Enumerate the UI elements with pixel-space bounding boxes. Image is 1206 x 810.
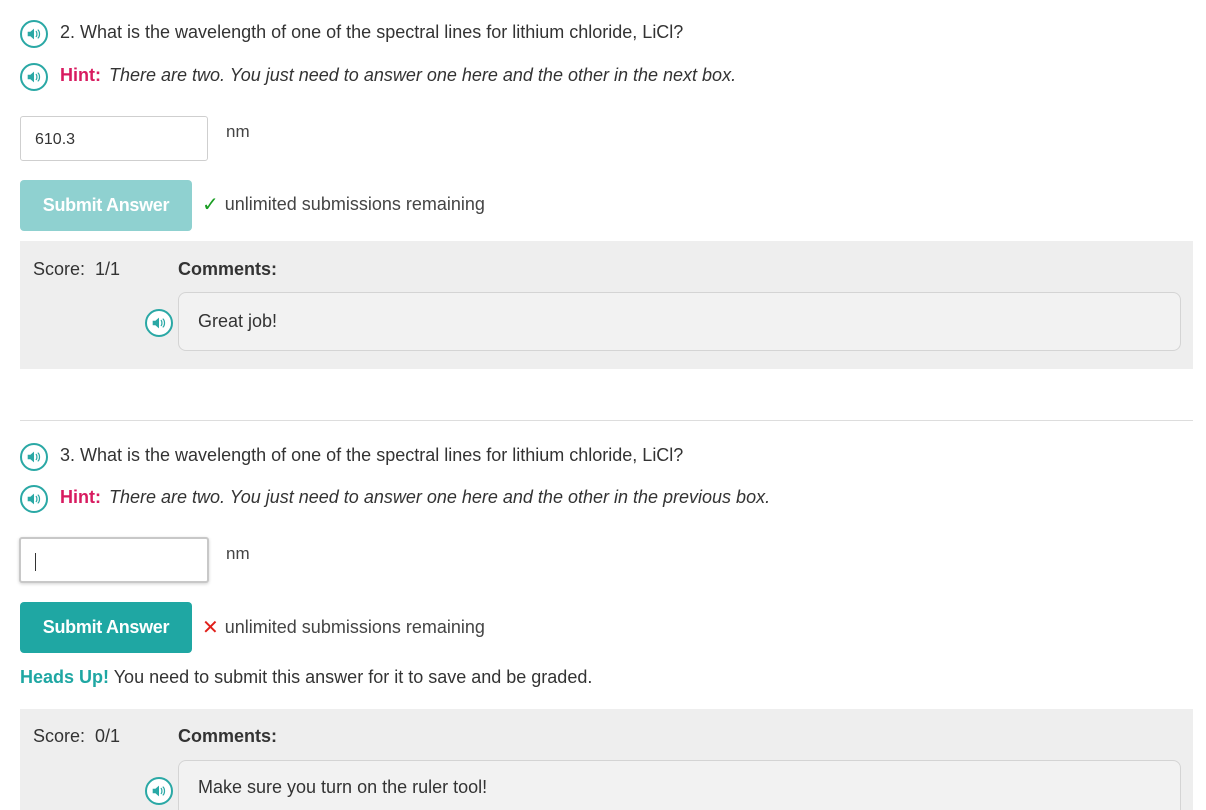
unit-label: nm (226, 122, 250, 141)
heads-up-notice: Heads Up! You need to submit this answer… (20, 667, 592, 688)
question-text: 3. What is the wavelength of one of the … (60, 445, 684, 465)
heads-up-label: Heads Up! (20, 667, 110, 687)
score-value: 1/1 (95, 259, 121, 279)
check-icon: ✓ (202, 194, 219, 216)
hint-text: There are two. You just need to answer o… (108, 65, 737, 85)
comments-label: Comments: (178, 726, 278, 746)
comments-label: Comments: (178, 259, 278, 279)
hint-text: There are two. You just need to answer o… (108, 487, 771, 507)
speaker-icon[interactable] (20, 485, 48, 513)
submission-status-text: unlimited submissions remaining (224, 194, 485, 214)
answer-input[interactable] (19, 537, 209, 583)
submission-status: ✓ unlimited submissions remaining (202, 192, 485, 217)
heads-up-text: You need to submit this answer for it to… (113, 667, 593, 687)
comment-box: Make sure you turn on the ruler tool! (178, 760, 1181, 810)
speaker-icon[interactable] (20, 63, 48, 91)
speaker-icon[interactable] (20, 20, 48, 48)
speaker-icon[interactable] (145, 309, 173, 337)
submit-answer-button[interactable]: Submit Answer (20, 602, 192, 653)
question-text: 2. What is the wavelength of one of the … (60, 22, 684, 42)
comment-box: Great job! (178, 292, 1181, 351)
score-label: Score: (33, 259, 86, 279)
speaker-icon[interactable] (20, 443, 48, 471)
cross-icon: ✕ (202, 617, 219, 639)
submission-status: ✕ unlimited submissions remaining (202, 615, 485, 640)
text-cursor (35, 552, 36, 571)
score-value: 0/1 (95, 726, 121, 746)
submission-status-text: unlimited submissions remaining (224, 617, 485, 637)
hint-label: Hint: (60, 65, 101, 85)
divider (20, 420, 1193, 421)
score: Score: 0/1 (33, 726, 120, 747)
score-label: Score: (33, 726, 86, 746)
submit-answer-button[interactable]: Submit Answer (20, 180, 192, 231)
unit-label: nm (226, 544, 250, 563)
hint: Hint: There are two. You just need to ans… (60, 487, 770, 508)
answer-input[interactable]: 610.3 (20, 116, 208, 161)
hint: Hint: There are two. You just need to ans… (60, 65, 736, 86)
hint-label: Hint: (60, 487, 101, 507)
score: Score: 1/1 (33, 259, 120, 280)
speaker-icon[interactable] (145, 777, 173, 805)
